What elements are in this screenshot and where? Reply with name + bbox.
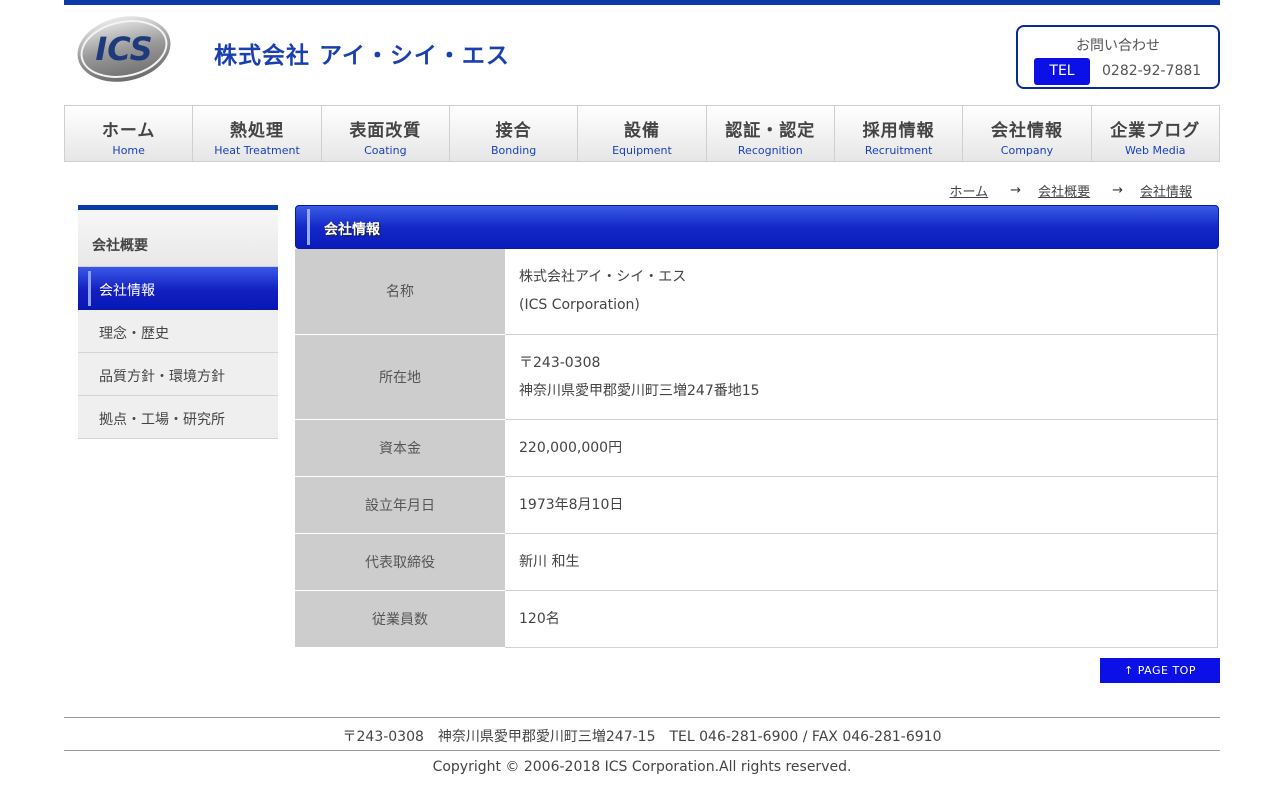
table-row: 名称 株式会社アイ・シイ・エス (ICS Corporation) xyxy=(295,249,1218,335)
sidebar-item-philosophy-history[interactable]: 理念・歴史 xyxy=(78,310,278,353)
nav-label-jp: 会社情報 xyxy=(990,121,1063,141)
row-label: 代表取締役 xyxy=(295,533,505,591)
table-row: 代表取締役 新川 和生 xyxy=(295,533,1218,591)
section-title: 会社情報 xyxy=(324,222,380,238)
page-top-button[interactable]: ↑ PAGE TOP xyxy=(1100,658,1220,683)
row-value: 〒243-0308 神奈川県愛甲郡愛川町三増247番地15 xyxy=(505,334,1218,420)
sidebar-item-locations[interactable]: 拠点・工場・研究所 xyxy=(78,396,278,439)
nav-home[interactable]: ホーム Home xyxy=(64,105,194,162)
breadcrumb-company-info[interactable]: 会社情報 xyxy=(1140,181,1192,200)
row-value: 220,000,000円 xyxy=(505,419,1218,477)
nav-label-jp: 採用情報 xyxy=(862,121,935,141)
value-line: 株式会社アイ・シイ・エス xyxy=(519,269,687,286)
nav-label-en: Recruitment xyxy=(864,144,933,157)
sidebar-item-quality-environment-policy[interactable]: 品質方針・環境方針 xyxy=(78,353,278,396)
nav-label-en: Bonding xyxy=(491,144,537,157)
row-value: 新川 和生 xyxy=(505,533,1218,591)
row-label: 資本金 xyxy=(295,419,505,477)
nav-coating[interactable]: 表面改質 Coating xyxy=(321,105,450,162)
footer-divider xyxy=(64,717,1220,718)
company-name: 株式会社 アイ・シイ・エス xyxy=(214,43,510,69)
nav-label-en: Web Media xyxy=(1125,144,1186,157)
row-value: 株式会社アイ・シイ・エス (ICS Corporation) xyxy=(505,249,1218,335)
breadcrumb-company-overview[interactable]: 会社概要 xyxy=(1038,181,1090,200)
sidebar-heading: 会社概要 xyxy=(78,205,278,267)
tel-badge: TEL xyxy=(1034,58,1090,85)
table-row: 所在地 〒243-0308 神奈川県愛甲郡愛川町三増247番地15 xyxy=(295,334,1218,420)
row-label: 名称 xyxy=(295,249,505,335)
top-accent-bar xyxy=(64,0,1220,5)
section-header: 会社情報 xyxy=(295,205,1219,249)
ics-logo[interactable]: ICS xyxy=(76,16,172,82)
value-line: (ICS Corporation) xyxy=(519,297,640,314)
nav-bonding[interactable]: 接合 Bonding xyxy=(449,105,579,162)
arrow-right-icon: → xyxy=(1112,183,1123,198)
nav-label-en: Heat Treatment xyxy=(214,144,300,157)
nav-label-jp: 表面改質 xyxy=(349,121,422,141)
nav-label-jp: 熱処理 xyxy=(229,121,284,141)
nav-label-en: Equipment xyxy=(612,144,672,157)
nav-label-jp: 企業ブログ xyxy=(1110,121,1201,141)
nav-heat-treatment[interactable]: 熱処理 Heat Treatment xyxy=(193,105,322,162)
tel-number[interactable]: 0282-92-7881 xyxy=(1102,63,1201,79)
nav-label-jp: 接合 xyxy=(495,121,532,141)
nav-label-en: Home xyxy=(112,144,145,157)
row-value: 120名 xyxy=(505,590,1218,648)
table-row: 資本金 220,000,000円 xyxy=(295,419,1218,477)
arrow-right-icon: → xyxy=(1010,183,1022,198)
nav-label-jp: ホーム xyxy=(101,121,156,141)
table-row: 設立年月日 1973年8月10日 xyxy=(295,476,1218,534)
breadcrumb: ホーム → 会社概要 → 会社情報 xyxy=(950,181,1192,200)
footer-copyright: Copyright © 2006-2018 ICS Corporation.Al… xyxy=(432,759,852,775)
breadcrumb-home[interactable]: ホーム xyxy=(950,181,989,200)
nav-recognition[interactable]: 認証・認定 Recognition xyxy=(706,105,835,162)
sidebar-item-company-info[interactable]: 会社情報 xyxy=(78,267,278,310)
nav-company[interactable]: 会社情報 Company xyxy=(963,105,1092,162)
value-line: 〒243-0308 xyxy=(519,354,601,371)
row-label: 設立年月日 xyxy=(295,476,505,534)
row-value: 1973年8月10日 xyxy=(505,476,1218,534)
page-top-label: PAGE TOP xyxy=(1137,664,1196,677)
value-line: 神奈川県愛甲郡愛川町三増247番地15 xyxy=(519,382,760,399)
table-row: 従業員数 120名 xyxy=(295,590,1218,648)
row-label: 所在地 xyxy=(295,334,505,420)
row-label: 従業員数 xyxy=(295,590,505,648)
company-info-table: 名称 株式会社アイ・シイ・エス (ICS Corporation) 所在地 〒24… xyxy=(295,249,1218,648)
nav-equipment[interactable]: 設備 Equipment xyxy=(578,105,707,162)
arrow-up-icon: ↑ xyxy=(1124,664,1134,677)
nav-label-jp: 設備 xyxy=(623,121,660,141)
contact-title: お問い合わせ xyxy=(1076,38,1160,54)
svg-text:ICS: ICS xyxy=(95,30,152,68)
footer-address: 〒243-0308 神奈川県愛甲郡愛川町三増247-15 TEL 046-281… xyxy=(342,729,942,745)
nav-label-jp: 認証・認定 xyxy=(725,121,816,141)
nav-label-en: Coating xyxy=(364,144,407,157)
nav-web-media[interactable]: 企業ブログ Web Media xyxy=(1091,105,1220,162)
footer-divider xyxy=(64,750,1220,751)
nav-label-en: Recognition xyxy=(737,144,803,157)
nav-recruitment[interactable]: 採用情報 Recruitment xyxy=(834,105,964,162)
contact-box[interactable]: お問い合わせ TEL 0282-92-7881 xyxy=(1016,25,1220,89)
nav-label-en: Company xyxy=(1000,144,1054,157)
global-nav: ホーム Home 熱処理 Heat Treatment 表面改質 Coating 接合… xyxy=(64,105,1220,162)
sidebar: 会社概要 会社情報 理念・歴史 品質方針・環境方針 拠点・工場・研究所 xyxy=(78,205,278,439)
